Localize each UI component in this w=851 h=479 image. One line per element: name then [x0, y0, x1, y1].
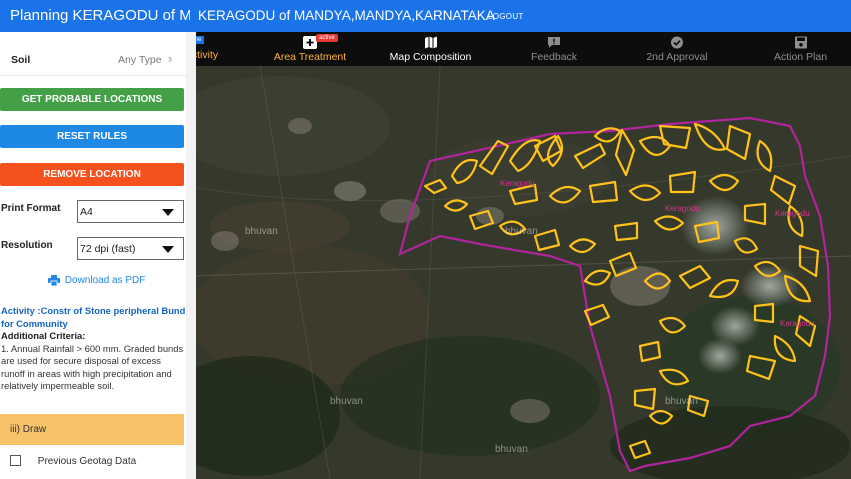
page-title: KERAGODU of MANDYA,MANDYA,KARNATAKA — [198, 8, 495, 23]
map-watermark: bhuvan — [665, 396, 698, 407]
map-watermark: bhuvan — [330, 396, 363, 407]
svg-text:Keragodu: Keragodu — [775, 209, 810, 218]
feedback-icon — [548, 37, 560, 48]
map-canvas[interactable]: Keragodu Keragodu Keragodu Keragodu — [190, 66, 851, 479]
print-format-value: A4 — [80, 206, 93, 218]
remove-location-button[interactable]: REMOVE LOCATION — [0, 163, 184, 186]
dropdown-arrow-icon — [162, 246, 174, 253]
satellite-map[interactable]: Keragodu Keragodu Keragodu Keragodu bhuv… — [190, 66, 851, 479]
map-watermark: bhuvan — [505, 226, 538, 237]
chevron-right-icon: › — [168, 51, 173, 66]
dropdown-arrow-icon — [162, 209, 174, 216]
print-format-select[interactable]: A4 — [77, 200, 184, 223]
resolution-select[interactable]: 72 dpi (fast) — [77, 237, 184, 260]
plus-icon — [303, 36, 317, 49]
activity-title: Activity :Constr of Stone peripheral Bun… — [1, 305, 186, 329]
draw-label: iii) Draw — [10, 424, 47, 435]
download-pdf-link[interactable]: Download as PDF — [48, 275, 146, 287]
tool-label: Action Plan — [773, 51, 828, 63]
soil-selector[interactable]: Soil Any Type › — [0, 40, 190, 76]
tool-map-composition[interactable]: Map Composition — [388, 32, 473, 66]
checkbox-icon[interactable] — [10, 455, 21, 466]
tool-2nd-approval[interactable]: 2nd Approval — [642, 32, 712, 66]
map-icon — [424, 36, 437, 49]
svg-text:Keragodu: Keragodu — [500, 179, 535, 188]
map-watermark: bhuvan — [245, 226, 278, 237]
tool-badge: active — [316, 34, 338, 42]
printer-icon — [48, 275, 60, 287]
criteria-text: 1. Annual Rainfall > 600 mm. Graded bund… — [1, 342, 184, 392]
app-header: KERAGODU of MANDYA,MANDYA,KARNATAKA LOGO… — [0, 0, 851, 32]
resolution-label: Resolution — [1, 240, 53, 251]
map-watermark: bhuvan — [495, 444, 528, 455]
svg-text:Keragodu: Keragodu — [780, 319, 815, 328]
workflow-toolbar: me ctivity active Area Treatment Map Com… — [190, 32, 851, 66]
additional-criteria-label: Additional Criteria: — [1, 330, 86, 341]
previous-geotag-checkbox[interactable]: Previous Geotag Data — [10, 455, 136, 467]
planning-side-panel: Soil Any Type › GET PROBABLE LOCATIONS R… — [0, 32, 196, 479]
check-circle-icon — [671, 36, 683, 49]
tool-area-treatment[interactable]: active Area Treatment — [270, 32, 350, 66]
resolution-value: 72 dpi (fast) — [80, 243, 136, 255]
draw-section-header[interactable]: iii) Draw — [0, 414, 184, 445]
tool-label: Area Treatment — [273, 51, 347, 63]
save-icon — [794, 36, 807, 49]
panel-scrollbar[interactable] — [186, 32, 196, 479]
tool-label: Feedback — [530, 51, 578, 63]
print-format-label: Print Format — [1, 203, 61, 214]
tool-action-plan[interactable]: Action Plan — [768, 32, 833, 66]
geotag-label: Previous Geotag Data — [37, 456, 137, 467]
soil-value: Any Type — [118, 54, 162, 66]
tool-label: 2nd Approval — [646, 51, 708, 63]
svg-text:Keragodu: Keragodu — [665, 204, 700, 213]
reset-rules-button[interactable]: RESET RULES — [0, 125, 184, 148]
get-probable-locations-button[interactable]: GET PROBABLE LOCATIONS — [0, 88, 184, 111]
activity-details: Activity :Constr of Stone peripheral Bun… — [1, 305, 187, 393]
tool-label: Map Composition — [389, 51, 472, 63]
window-tab-title[interactable]: Planning KERAGODU of M... — [0, 0, 190, 32]
tool-feedback[interactable]: Feedback — [524, 32, 584, 66]
soil-label: Soil — [11, 54, 31, 66]
logout-link[interactable]: LOGOUT — [488, 12, 524, 21]
download-pdf-label: Download as PDF — [64, 275, 146, 286]
